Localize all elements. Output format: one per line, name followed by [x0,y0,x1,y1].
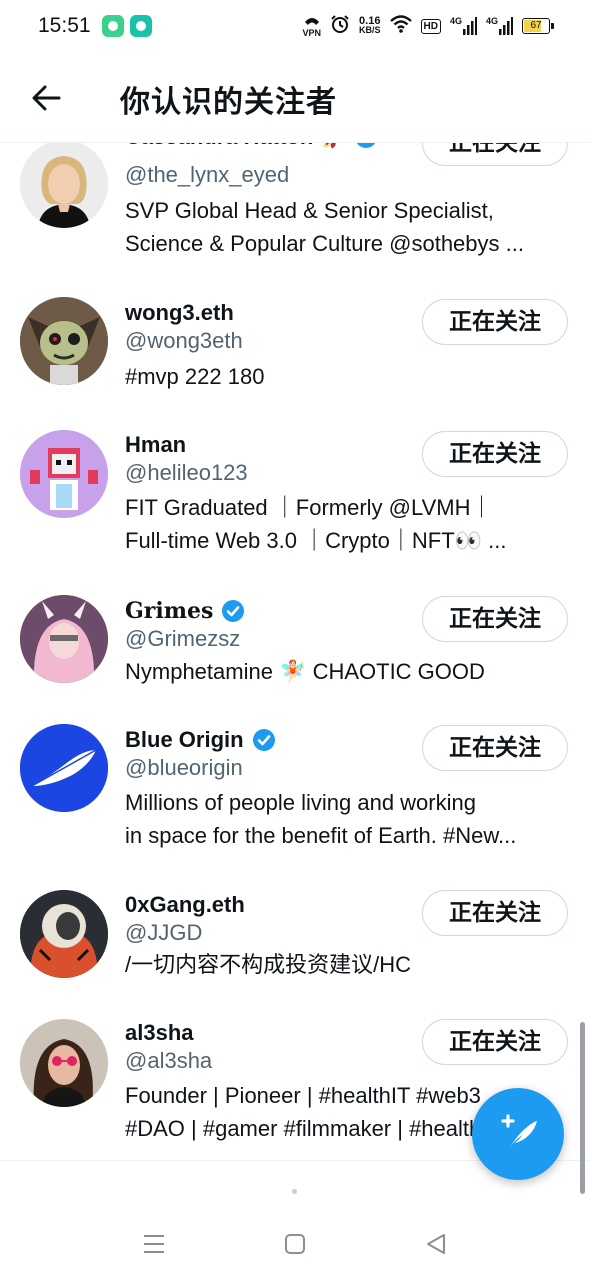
list-item[interactable]: wong3.eth @wong3eth #mvp 222 180 正在关注 [0,292,590,422]
battery-icon: 67 [522,18,554,34]
user-handle: @blueorigin [125,755,243,780]
user-bio: /一切内容不构成投资建议/HC [125,948,570,981]
user-name: wong3.eth [125,300,234,325]
vpn-icon: VPN [302,15,321,38]
home-square-icon [285,1234,305,1254]
list-item[interactable]: Hman @helileo123 FIT Graduated ｜Formerly… [0,427,590,577]
user-name: al3sha [125,1020,194,1045]
avatar[interactable] [20,297,108,385]
back-button[interactable] [28,80,64,116]
list-item[interactable]: Grimes @Grimezsz Nymphetamine 🧚🏻 CHAOTIC… [0,592,590,712]
avatar[interactable] [20,142,108,228]
bio-line: Science & Popular Culture @sothebys ... [125,231,524,256]
user-bio: #mvp 222 180 [125,360,570,393]
rocket-emoji: 🚀 [321,142,346,150]
avatar[interactable] [20,890,108,978]
user-handle: @the_lynx_eyed [125,162,290,187]
following-button[interactable]: 正在关注 [422,596,568,642]
phone-app-icon [102,15,124,37]
user-handle: @helileo123 [125,460,248,485]
following-button[interactable]: 正在关注 [422,890,568,936]
status-time: 15:51 [38,14,91,37]
wifi-icon [389,14,412,38]
avatar[interactable] [20,430,108,518]
list-item[interactable]: Cassandra Hatton 🚀 @the_lynx_eyed SVP Gl… [0,142,590,270]
page-indicator [292,1189,297,1194]
following-button[interactable]: 正在关注 [422,1019,568,1065]
arrow-left-icon [32,85,61,111]
bio-line: Nymphetamine 🧚🏻 CHAOTIC GOOD [125,659,485,684]
bio-line: Millions of people living and working [125,790,476,815]
bio-line: Founder | Pioneer | #healthIT #web3 [125,1083,481,1108]
compose-feather-plus-icon [501,1114,537,1149]
bio-line: #DAO | #gamer #filmmaker | #healthtech [125,1116,475,1141]
bio-line: Full-time Web 3.0 ｜Crypto｜NFT👀 ... [125,528,507,553]
followers-list[interactable]: Cassandra Hatton 🚀 @the_lynx_eyed SVP Gl… [0,142,590,1160]
following-button[interactable]: 正在关注 [422,299,568,345]
network-speed: 0.16 KB/S [359,15,381,35]
user-bio: FIT Graduated ｜Formerly @LVMH｜ Full-time… [125,491,570,557]
avatar[interactable] [20,1019,108,1107]
user-handle: @Grimezsz [125,626,241,651]
message-app-icon [130,15,152,37]
alarm-icon [330,14,350,39]
signal-icon: 4G [450,17,477,35]
bio-line: #mvp 222 180 [125,364,265,389]
user-handle: @al3sha [125,1048,213,1073]
list-item[interactable]: 0xGang.eth @JJGD /一切内容不构成投资建议/HC 正在关注 [0,887,590,1007]
user-name: Cassandra Hatton [125,142,313,150]
avatar[interactable] [20,595,108,683]
following-button[interactable]: 正在关注 [422,431,568,477]
back-nav-button[interactable] [421,1229,451,1259]
user-handle: @JJGD [125,920,203,945]
user-bio: SVP Global Head & Senior Specialist, Sci… [125,194,570,260]
page-title: 你认识的关注者 [120,86,337,119]
system-nav-bar [0,1205,590,1280]
bio-line: FIT Graduated ｜Formerly @LVMH｜ [125,495,493,520]
list-item[interactable]: Blue Origin @blueorigin Millions of peop… [0,722,590,872]
user-bio: Nymphetamine 🧚🏻 CHAOTIC GOOD [125,655,570,688]
home-button[interactable] [280,1229,310,1259]
menu-icon [144,1235,164,1253]
avatar[interactable] [20,724,108,812]
scrollbar[interactable] [580,1022,585,1194]
status-icons: VPN 0.16 KB/S HD 4G 4G 67 [302,12,554,40]
user-name: Hman [125,432,187,457]
bio-line: /一切内容不构成投资建议/HC [125,952,412,977]
back-triangle-icon [427,1234,445,1254]
user-bio: Millions of people living and working in… [125,786,570,852]
user-handle: @wong3eth [125,328,243,353]
verified-badge-icon [252,729,275,751]
bio-line: in space for the benefit of Earth. #New.… [125,823,517,848]
compose-button[interactable] [472,1088,564,1180]
following-button[interactable]: 正在关注 [422,725,568,771]
bio-line: SVP Global Head & Senior Specialist, [125,198,494,223]
hd-icon: HD [420,18,441,34]
user-name: Grimes [125,598,214,624]
verified-badge-icon [222,600,245,622]
verified-badge-icon [356,142,376,148]
top-app-bar: 你认识的关注者 [0,52,590,143]
status-bar: 15:51 VPN 0.16 KB/S HD 4G 4G 67 [0,0,590,52]
following-button[interactable]: 正在关注 [422,142,568,166]
user-name: Blue Origin [125,727,244,752]
menu-button[interactable] [139,1229,169,1259]
signal-icon-2: 4G [486,17,513,35]
user-name: 0xGang.eth [125,892,245,917]
